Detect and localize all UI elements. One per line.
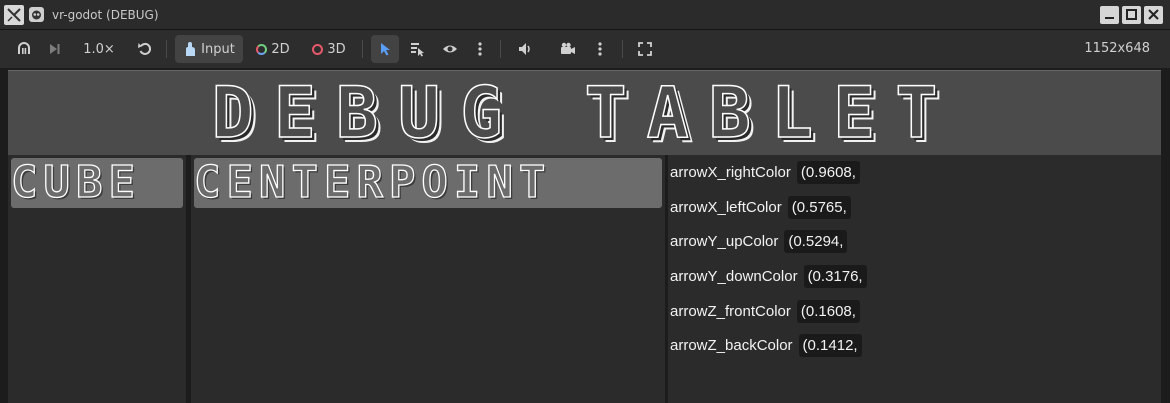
input-mode-label: Input — [201, 41, 235, 57]
property-label: arrowZ_backColor — [670, 336, 793, 354]
select-mode-button[interactable] — [371, 35, 399, 63]
fullscreen-icon — [638, 42, 652, 56]
toolbar-separator — [622, 40, 623, 58]
properties-column: arrowX_rightColor (0.9608, arrowX_leftCo… — [668, 155, 1161, 403]
mode-2d-label: 2D — [271, 41, 290, 57]
toolbar-separator — [166, 40, 167, 58]
more-vert-icon — [478, 42, 482, 56]
camera-button[interactable] — [556, 35, 580, 63]
speed-button[interactable]: 1.0× — [76, 35, 122, 63]
mode-2d-button[interactable]: 2D — [250, 35, 296, 63]
game-viewport[interactable]: DEBUG TABLET CUBE CENTERPOINT arrowX_rig… — [0, 68, 1170, 403]
more-vert-icon — [598, 42, 602, 56]
reset-speed-button[interactable] — [132, 35, 158, 63]
next-frame-icon — [50, 44, 60, 54]
game-toolbar: 1.0× Input 2D 3D 1152x648 — [0, 30, 1170, 68]
suspend-icon — [18, 42, 30, 54]
property-row: arrowY_upColor (0.5294, — [670, 227, 848, 255]
close-button[interactable] — [1144, 6, 1163, 24]
reset-speed-icon — [138, 42, 152, 55]
property-value[interactable]: (0.3176, — [803, 264, 867, 288]
visibility-button[interactable] — [438, 35, 462, 63]
2d-icon — [256, 43, 268, 55]
toolbar-separator — [500, 40, 501, 58]
property-label: arrowX_leftColor — [670, 198, 782, 216]
suspend-button[interactable] — [12, 35, 36, 63]
centerpoint-header: CENTERPOINT — [194, 158, 662, 208]
title-bar[interactable]: vr-godot (DEBUG) — [0, 0, 1170, 30]
property-value[interactable]: (0.5294, — [784, 229, 848, 253]
property-value[interactable]: (0.9608, — [796, 160, 860, 184]
list-select-icon — [411, 43, 424, 57]
toolbar-separator — [362, 40, 363, 58]
resolution-readout: 1152x648 — [1084, 41, 1150, 56]
maximize-icon — [1126, 9, 1137, 20]
input-hand-icon — [186, 42, 196, 56]
speed-label: 1.0× — [83, 41, 115, 57]
property-row: arrowX_leftColor (0.5765, — [670, 193, 851, 221]
property-value[interactable]: (0.1608, — [796, 299, 860, 323]
cube-header-label: CUBE — [11, 158, 141, 208]
window-title: vr-godot (DEBUG) — [52, 8, 159, 22]
property-row: arrowZ_frontColor (0.1608, — [670, 297, 860, 325]
cube-column: CUBE — [8, 155, 186, 403]
fullscreen-button[interactable] — [633, 35, 657, 63]
mute-button[interactable] — [513, 35, 537, 63]
input-mode-button[interactable]: Input — [175, 35, 243, 63]
property-value[interactable]: (0.5765, — [787, 195, 851, 219]
property-value[interactable]: (0.1412, — [798, 333, 862, 357]
property-label: arrowY_downColor — [670, 267, 798, 285]
godot-icon — [29, 7, 44, 22]
camera-icon — [561, 42, 575, 54]
speaker-icon — [519, 43, 530, 55]
mode-3d-button[interactable]: 3D — [306, 35, 352, 63]
visibility-eye-icon — [443, 45, 457, 53]
minimize-button[interactable] — [1100, 6, 1119, 24]
centerpoint-header-label: CENTERPOINT — [194, 158, 552, 208]
property-label: arrowX_rightColor — [670, 163, 791, 181]
list-select-button[interactable] — [405, 35, 429, 63]
debug-banner: DEBUG TABLET — [8, 70, 1161, 155]
more-options-button[interactable] — [470, 35, 490, 63]
3d-icon — [312, 43, 324, 55]
minimize-icon — [1105, 17, 1114, 19]
property-row: arrowZ_backColor (0.1412, — [670, 331, 862, 359]
property-row: arrowX_rightColor (0.9608, — [670, 158, 860, 186]
app-x-icon — [4, 5, 24, 25]
property-label: arrowZ_frontColor — [670, 302, 791, 320]
camera-more-button[interactable] — [590, 35, 610, 63]
maximize-button[interactable] — [1122, 6, 1141, 24]
banner-title: DEBUG TABLET — [211, 72, 958, 154]
close-icon — [1148, 9, 1159, 20]
next-frame-button[interactable] — [42, 35, 66, 63]
property-label: arrowY_upColor — [670, 232, 779, 250]
select-arrow-icon — [381, 43, 390, 56]
centerpoint-column: CENTERPOINT — [191, 155, 665, 403]
property-row: arrowY_downColor (0.3176, — [670, 262, 867, 290]
mode-3d-label: 3D — [327, 41, 346, 57]
cube-header: CUBE — [11, 158, 183, 208]
